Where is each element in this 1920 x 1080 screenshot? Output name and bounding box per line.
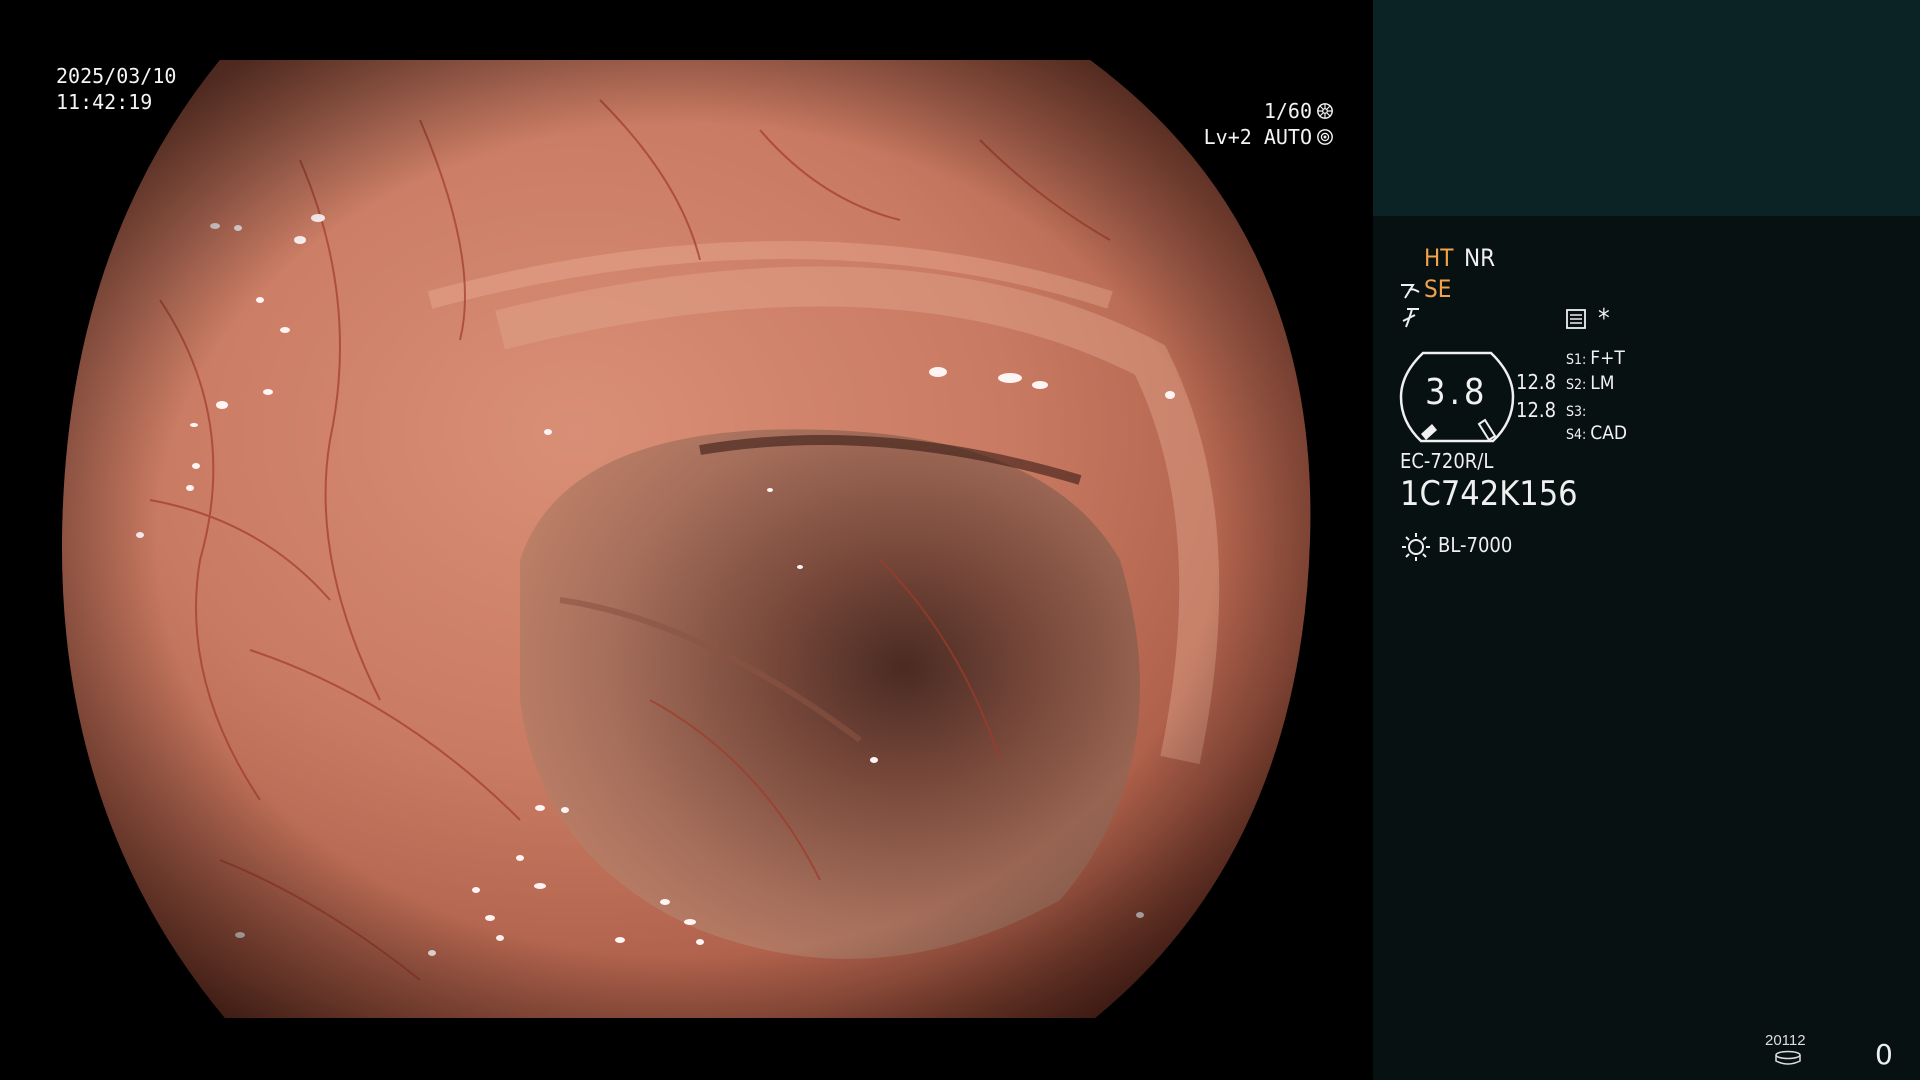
brightness-row: Lv+2 AUTO [1204,124,1334,150]
switch-key: S4: [1566,427,1587,443]
scope-serial: 1C742K156 [1400,474,1578,514]
endoscopy-screen: 2025/03/10 11:42:19 1/60 Lv+2 AUTO HT NR… [0,0,1920,1080]
auto-gear-icon [1317,129,1333,145]
date-time-readout: 2025/03/10 11:42:19 [56,63,176,115]
switch-s2: S2: LM [1566,372,1615,394]
endoscopic-view [61,60,1311,1018]
switch-s3: S3: [1566,399,1590,421]
ht-indicator: HT [1424,244,1454,272]
switch-s1: S1: F+T [1566,347,1625,369]
scale-value-1: 12.8 [1516,370,1557,394]
shutter-text: 1/60 [1263,99,1312,123]
zoom-value: 3.8 [1425,372,1489,413]
time-text: 11:42:19 [56,90,153,114]
scale-value-2: 12.8 [1516,398,1557,422]
shutter-row: 1/60 [1204,98,1334,124]
shutter-gear-icon [1317,103,1333,119]
exposure-readout: 1/60 Lv+2 AUTO [1204,98,1334,150]
disk-icon [1775,1050,1801,1065]
image-counter-label: 20112 [1765,1032,1806,1049]
image-counter-value: 0 [1875,1038,1893,1071]
switch-key: S2: [1566,377,1587,393]
star-indicator: * [1598,304,1610,334]
scope-model: EC-720R/L [1400,449,1494,473]
switch-value: LM [1590,372,1615,394]
date-text: 2025/03/10 [56,64,177,88]
info-panel: HT NR SE * 3.8 12.8 12.8 S1:F+T S2:LM [1373,0,1920,1080]
endoscope-image-area: 2025/03/10 11:42:19 1/60 Lv+2 AUTO [0,0,1373,1080]
switch-value: F+T [1590,347,1625,369]
light-source-icon [1402,533,1430,561]
switch-key: S3: [1566,404,1587,420]
brightness-text: Lv+2 AUTO [1203,125,1312,149]
sharpness-icon [1402,308,1419,328]
nr-indicator: NR [1464,244,1496,272]
patient-info-area [1373,0,1920,216]
structure-enhance-icon [1401,284,1420,299]
switch-value: CAD [1590,422,1628,444]
switch-s4: S4: CAD [1566,422,1627,444]
memo-icon [1566,309,1586,329]
se-indicator: SE [1424,275,1452,303]
switch-key: S1: [1566,352,1587,368]
light-source-label: BL-7000 [1438,533,1513,557]
